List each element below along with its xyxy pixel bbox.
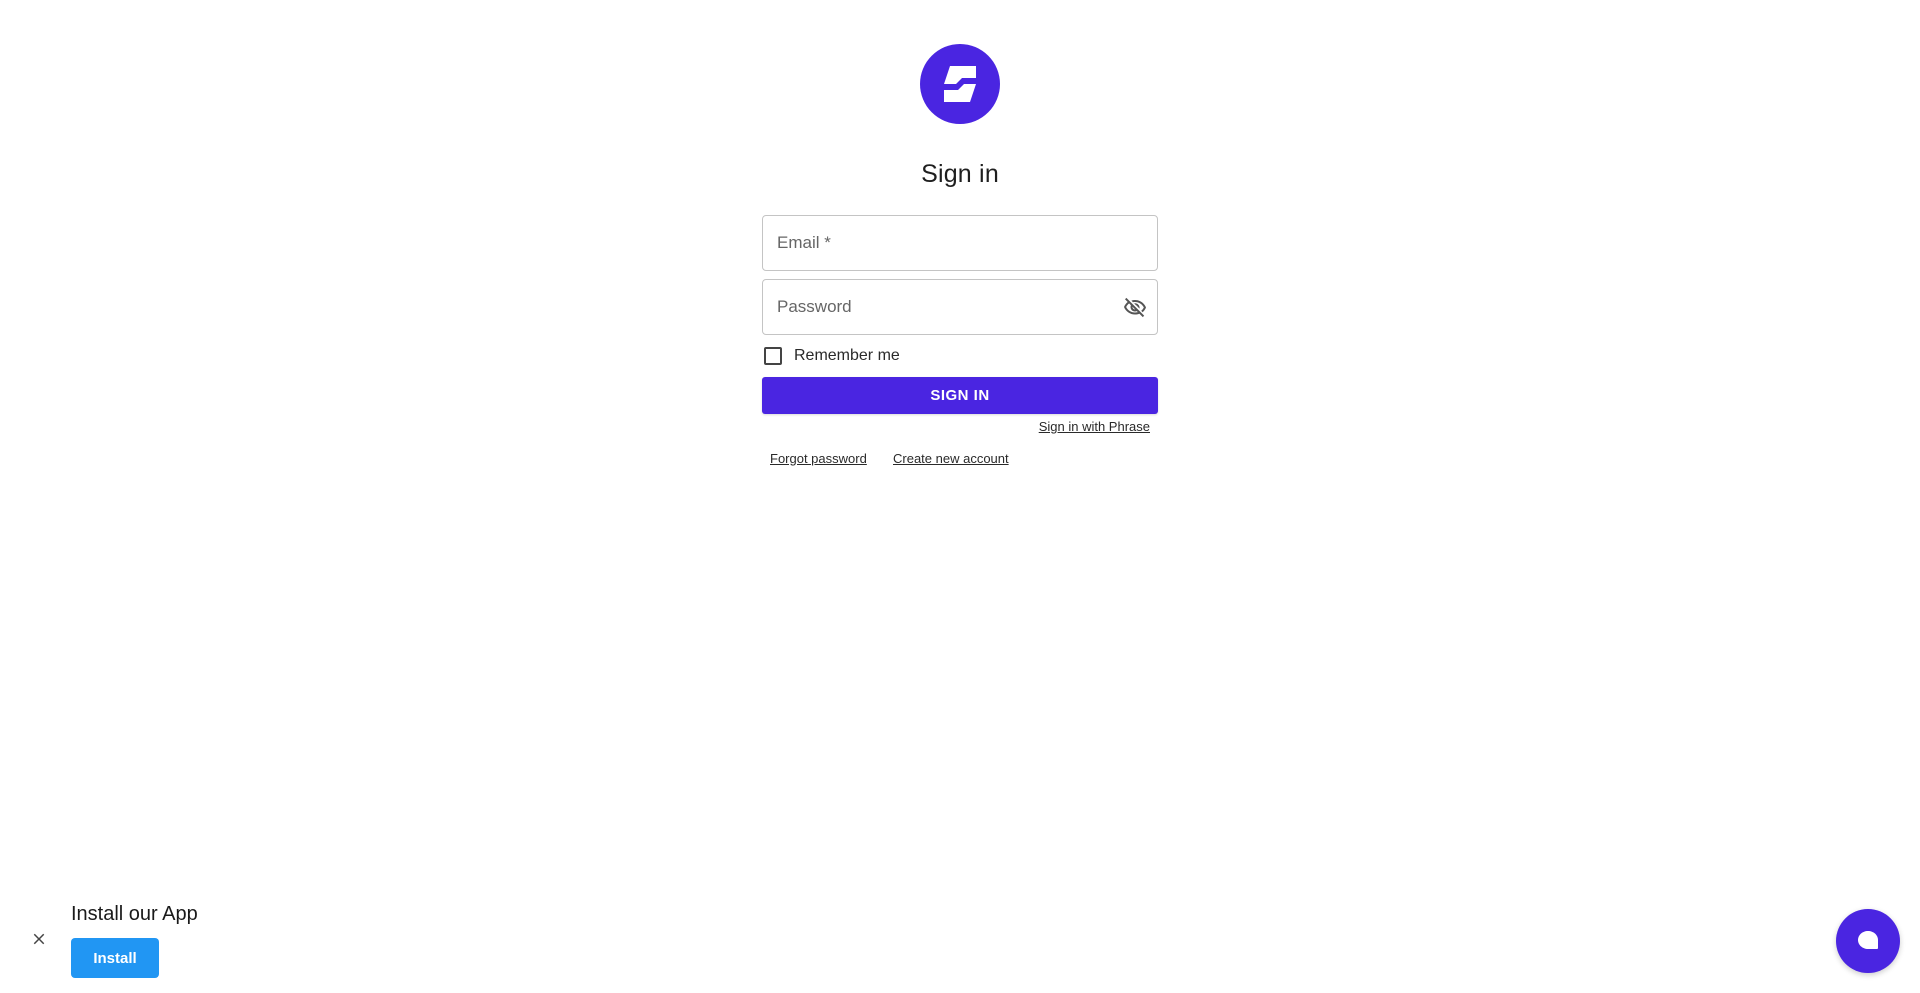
chat-bubble-icon — [1858, 931, 1878, 949]
create-account-link[interactable]: Create new account — [893, 451, 1009, 466]
email-field-container[interactable] — [762, 215, 1158, 271]
brand-logo — [920, 44, 1000, 124]
install-app-button[interactable]: Install — [71, 938, 159, 978]
remember-me-checkbox[interactable] — [764, 347, 782, 365]
close-icon[interactable] — [28, 928, 50, 950]
password-field[interactable] — [763, 280, 1157, 334]
forgot-password-link[interactable]: Forgot password — [770, 451, 867, 466]
sign-in-with-phrase-link[interactable]: Sign in with Phrase — [1039, 419, 1150, 434]
password-field-container[interactable] — [762, 279, 1158, 335]
email-field[interactable] — [763, 216, 1157, 270]
chat-launcher-button[interactable] — [1836, 909, 1900, 973]
eye-off-icon[interactable] — [1121, 294, 1149, 322]
sign-in-button[interactable]: SIGN IN — [762, 377, 1158, 414]
install-banner-title: Install our App — [71, 903, 198, 925]
brand-logo-icon — [944, 66, 976, 102]
page-title: Sign in — [921, 160, 999, 188]
sign-in-page: Sign in Remember me SIGN IN Sign in with… — [0, 0, 1920, 993]
remember-me-label: Remember me — [794, 347, 900, 364]
remember-me-option[interactable]: Remember me — [762, 344, 900, 368]
